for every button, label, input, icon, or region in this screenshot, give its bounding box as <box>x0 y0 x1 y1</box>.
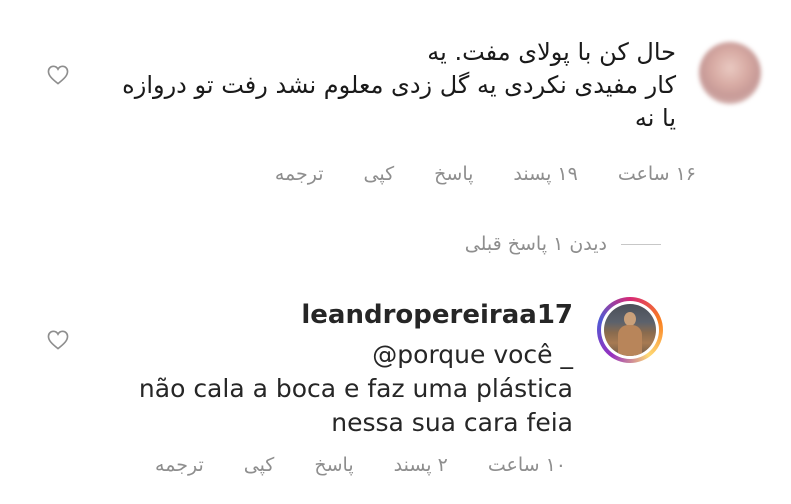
mention-line[interactable]: @porque você _ <box>13 338 573 372</box>
likes-count[interactable]: ۲ پسند <box>394 454 448 476</box>
translate-button[interactable]: ترجمه <box>155 454 204 476</box>
likes-count[interactable]: ۱۹ پسند <box>513 163 577 185</box>
comment-text-line: یا نه <box>634 104 676 132</box>
translate-button[interactable]: ترجمه <box>275 163 324 185</box>
heart-outline-icon[interactable] <box>47 65 69 85</box>
comment-time: ۱۶ ساعت <box>617 163 696 185</box>
comment-text-line: حال کن با پولای مفت. یه <box>427 38 676 66</box>
reply-text: @porque você _ não cala a boca e faz uma… <box>13 338 573 440</box>
divider-line <box>621 243 661 245</box>
avatar-figure-body <box>618 325 642 356</box>
username[interactable]: leandropereiraa17 <box>301 300 573 330</box>
avatar-border <box>601 301 659 359</box>
view-previous-replies[interactable]: دیدن ۱ پاسخ قبلی <box>465 233 661 255</box>
reply-time: ۱۰ ساعت <box>487 454 566 476</box>
story-ring-avatar[interactable] <box>597 297 663 363</box>
avatar-figure-head <box>624 312 636 326</box>
comment-meta: ۱۶ ساعت ۱۹ پسند پاسخ کپی ترجمه <box>275 163 696 185</box>
copy-button[interactable]: کپی <box>364 163 395 185</box>
commenter-avatar[interactable] <box>699 42 761 104</box>
reply-button[interactable]: پاسخ <box>314 454 353 476</box>
avatar <box>604 304 656 356</box>
copy-button[interactable]: کپی <box>244 454 275 476</box>
comment-text-line: کار مفیدی نکردی یه گل زدی معلوم نشد رفت … <box>122 71 676 99</box>
comment-1: حال کن با پولای مفت. یه کار مفیدی نکردی … <box>0 0 791 200</box>
reply-button[interactable]: پاسخ <box>434 163 473 185</box>
reply-text-line: não cala a boca e faz uma plástica <box>138 374 573 403</box>
comment-text: حال کن با پولای مفت. یه کار مفیدی نکردی … <box>76 36 676 135</box>
view-replies-label[interactable]: دیدن ۱ پاسخ قبلی <box>465 233 607 255</box>
heart-outline-icon[interactable] <box>47 330 69 350</box>
reply-text-line: nessa sua cara feia <box>331 408 573 437</box>
reply-meta: ۱۰ ساعت ۲ پسند پاسخ کپی ترجمه <box>155 454 566 476</box>
